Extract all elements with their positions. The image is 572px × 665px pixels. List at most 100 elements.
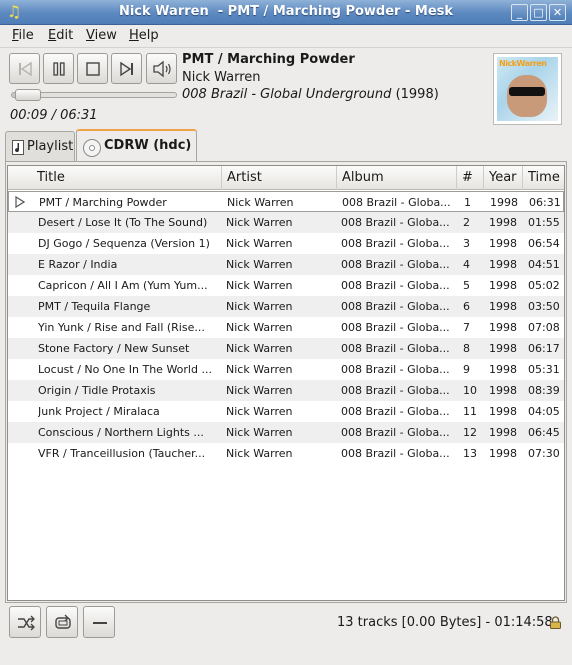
table-row[interactable]: Conscious / Northern Lights ... Nick Warr… <box>8 422 564 443</box>
cell-artist: Nick Warren <box>226 447 293 460</box>
column-header-number[interactable]: # <box>457 166 484 190</box>
cell-album: 008 Brazil - Globa... <box>341 447 450 460</box>
cell-title: PMT / Tequila Flange <box>38 300 151 313</box>
table-row[interactable]: Origin / Tidle Protaxis Nick Warren 008 Br… <box>8 380 564 401</box>
next-button[interactable] <box>111 53 142 84</box>
cell-artist: Nick Warren <box>226 426 293 439</box>
album-art: NickWarren <box>497 57 558 121</box>
shuffle-button[interactable] <box>9 606 41 638</box>
cell-title: Stone Factory / New Sunset <box>38 342 190 355</box>
menu-view[interactable]: View <box>86 28 117 43</box>
cell-time: 07:30 <box>528 447 560 460</box>
table-row[interactable]: Junk Project / Miralaca Nick Warren 008 Br… <box>8 401 564 422</box>
table-row[interactable]: VFR / Tranceillusion (Taucher... Nick War… <box>8 443 564 464</box>
playing-indicator-icon <box>15 196 25 208</box>
cell-album: 008 Brazil - Globa... <box>341 237 450 250</box>
cell-title: Origin / Tidle Protaxis <box>38 384 156 397</box>
table-row[interactable]: Desert / Lose It (To The Sound) Nick Warr… <box>8 212 564 233</box>
cell-album: 008 Brazil - Globa... <box>341 279 450 292</box>
repeat-icon <box>55 614 71 629</box>
cell-title: E Razor / India <box>38 258 118 271</box>
status-text: 13 tracks [0.00 Bytes] - 01:14:58 <box>337 615 553 630</box>
cell-num: 12 <box>463 426 477 439</box>
cell-num: 7 <box>463 321 470 334</box>
cell-artist: Nick Warren <box>226 258 293 271</box>
cell-artist: Nick Warren <box>226 216 293 229</box>
previous-button[interactable] <box>9 53 40 84</box>
cell-num: 1 <box>464 196 471 209</box>
stop-button[interactable] <box>77 53 108 84</box>
cell-album: 008 Brazil - Globa... <box>341 300 450 313</box>
cell-year: 1998 <box>489 237 517 250</box>
track-table: Title Artist Album # Year Time PMT / Mar… <box>7 165 565 601</box>
cell-artist: Nick Warren <box>226 342 293 355</box>
table-row[interactable]: PMT / Marching Powder Nick Warren 008 Braz… <box>8 191 564 212</box>
repeat-button[interactable] <box>46 606 78 638</box>
column-header-time[interactable]: Time <box>523 166 564 190</box>
remove-button[interactable] <box>83 606 115 638</box>
cell-time: 01:55 <box>528 216 560 229</box>
menu-help-label: elp <box>138 28 159 43</box>
elapsed-time: 00:09 / 06:31 <box>10 108 98 123</box>
cell-year: 1998 <box>489 216 517 229</box>
cell-time: 06:45 <box>528 426 560 439</box>
seek-slider[interactable] <box>11 89 177 101</box>
table-row[interactable]: Locust / No One In The World ... Nick War… <box>8 359 564 380</box>
cell-num: 6 <box>463 300 470 313</box>
shuffle-icon <box>18 615 35 631</box>
column-header-title[interactable]: Title <box>32 166 222 190</box>
cell-num: 4 <box>463 258 470 271</box>
tab-cdrw-label: CDRW (hdc) <box>104 138 192 153</box>
menu-help[interactable]: Help <box>129 28 159 43</box>
cell-album: 008 Brazil - Globa... <box>341 363 450 376</box>
cell-artist: Nick Warren <box>227 196 294 209</box>
now-playing-album: 008 Brazil - Global Underground (1998) <box>182 87 439 102</box>
seek-handle[interactable] <box>14 89 41 101</box>
cell-album: 008 Brazil - Globa... <box>341 384 450 397</box>
cell-year: 1998 <box>489 426 517 439</box>
album-name: 008 Brazil - Global Underground <box>182 87 392 102</box>
cell-year: 1998 <box>489 405 517 418</box>
cell-album: 008 Brazil - Globa... <box>342 196 451 209</box>
cover-brand: NickWarren <box>499 59 547 68</box>
now-playing-artist: Nick Warren <box>182 70 261 85</box>
cell-time: 07:08 <box>528 321 560 334</box>
menu-view-label: iew <box>94 28 117 43</box>
volume-button[interactable] <box>146 53 177 84</box>
menu-file-label: ile <box>18 28 34 43</box>
menu-help-mnemonic: H <box>129 28 139 43</box>
cell-num: 10 <box>463 384 477 397</box>
cell-album: 008 Brazil - Globa... <box>341 258 450 271</box>
table-row[interactable]: PMT / Tequila Flange Nick Warren 008 Brazi… <box>8 296 564 317</box>
maximize-button[interactable]: □ <box>530 4 547 21</box>
table-row[interactable]: E Razor / India Nick Warren 008 Brazil - G… <box>8 254 564 275</box>
cell-year: 1998 <box>489 279 517 292</box>
menu-file[interactable]: File <box>12 28 34 43</box>
album-cover: NickWarren <box>493 53 562 125</box>
cell-album: 008 Brazil - Globa... <box>341 216 450 229</box>
cell-num: 11 <box>463 405 477 418</box>
cover-face <box>507 75 547 117</box>
table-row[interactable]: Capricon / All I Am (Yum Yum... Nick Warr… <box>8 275 564 296</box>
column-header-album[interactable]: Album <box>337 166 457 190</box>
cell-title: Desert / Lose It (To The Sound) <box>38 216 208 229</box>
cell-artist: Nick Warren <box>226 384 293 397</box>
table-row[interactable]: Yin Yunk / Rise and Fall (Rise... Nick Wa… <box>8 317 564 338</box>
table-row[interactable]: DJ Gogo / Sequenza (Version 1) Nick Warre… <box>8 233 564 254</box>
close-button[interactable]: ✕ <box>549 4 566 21</box>
minimize-button[interactable]: _ <box>511 4 528 21</box>
cell-year: 1998 <box>489 384 517 397</box>
column-header-artist[interactable]: Artist <box>222 166 337 190</box>
table-row[interactable]: Stone Factory / New Sunset Nick Warren 008… <box>8 338 564 359</box>
cell-artist: Nick Warren <box>226 321 293 334</box>
pause-button[interactable] <box>43 53 74 84</box>
tab-cdrw[interactable]: CDRW (hdc) <box>76 129 197 161</box>
cell-num: 3 <box>463 237 470 250</box>
skip-previous-icon <box>19 61 32 77</box>
tab-playlist[interactable]: Playlist <box>5 131 75 161</box>
lock-icon[interactable] <box>549 616 562 629</box>
menu-edit[interactable]: Edit <box>48 28 73 43</box>
cell-artist: Nick Warren <box>226 279 293 292</box>
music-note-icon <box>12 140 24 155</box>
column-header-year[interactable]: Year <box>484 166 523 190</box>
